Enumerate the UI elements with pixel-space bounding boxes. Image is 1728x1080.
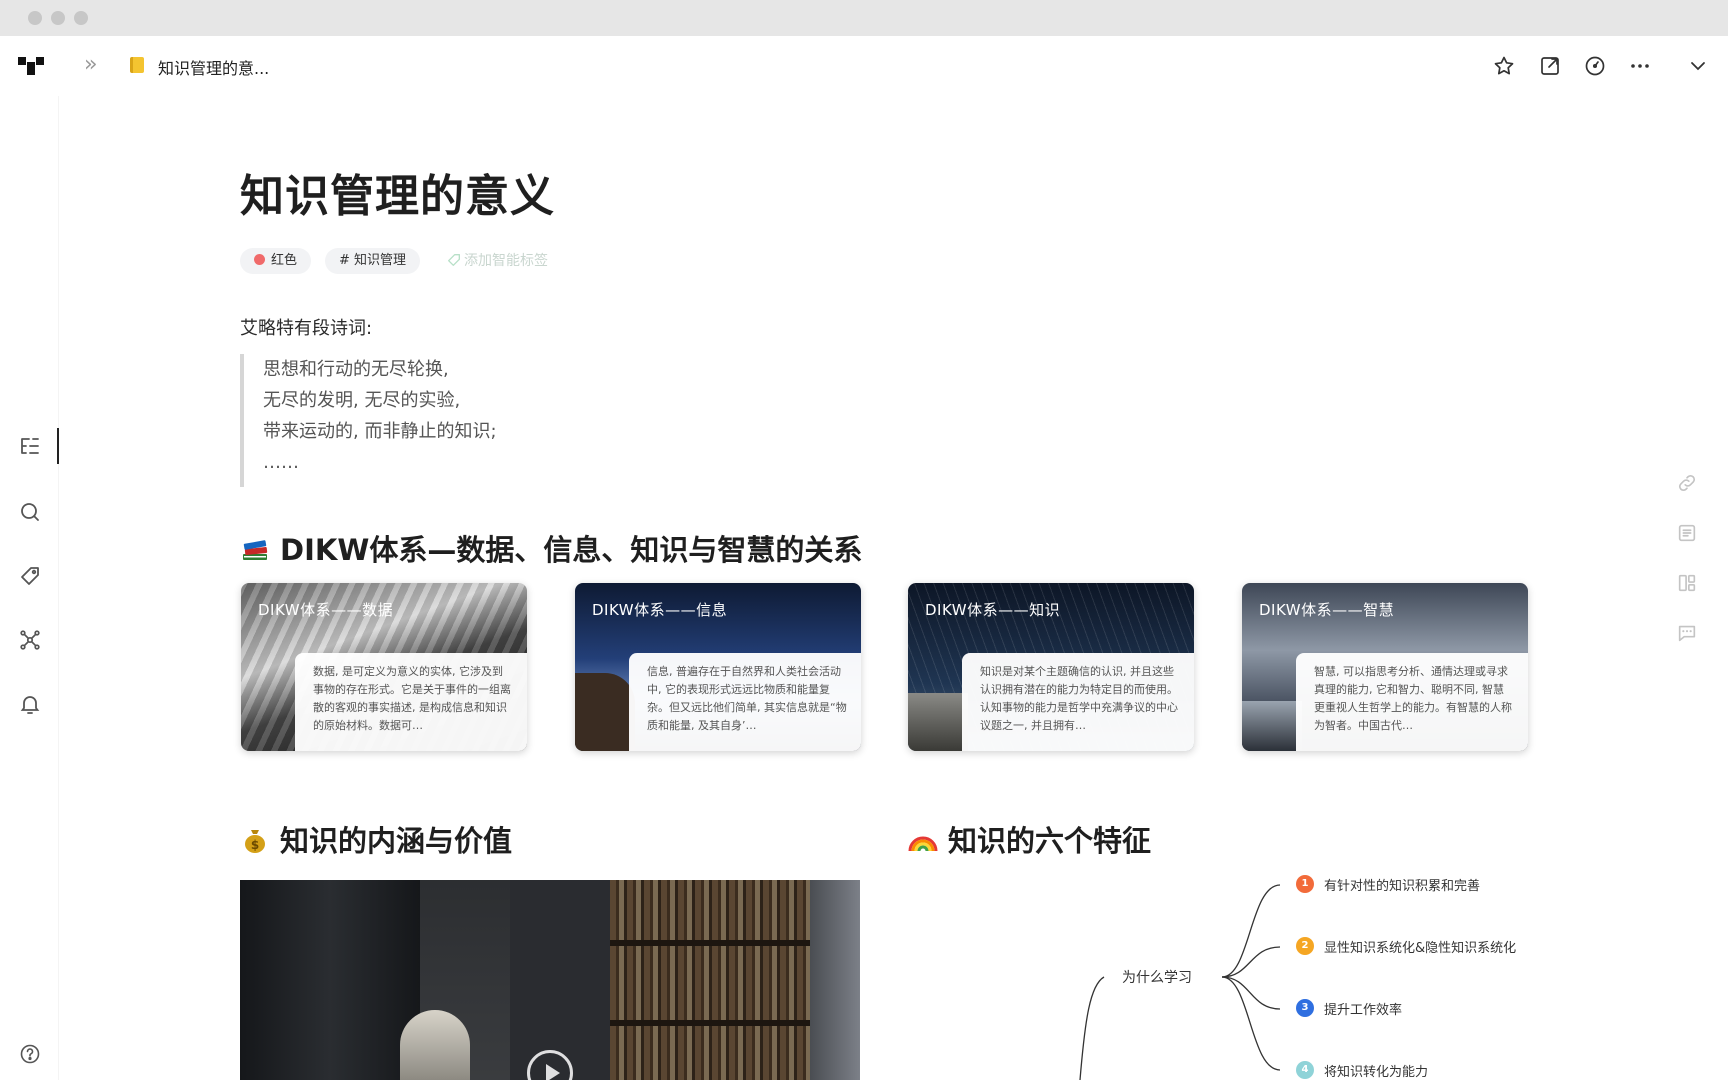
dikw-card-knowledge[interactable]: DIKW体系——知识 知识是对某个主题确信的认识, 并且这些认识拥有潜在的能力为…	[908, 583, 1194, 751]
window-minimize-button[interactable]	[51, 11, 65, 25]
blockquote[interactable]: 思想和行动的无尽轮换, 无尽的发明, 无尽的实验, 带来运动的, 而非静止的知识…	[240, 354, 640, 487]
rock-shape	[908, 693, 968, 751]
svg-text:$: $	[251, 838, 259, 852]
layout-icon[interactable]	[1676, 572, 1698, 594]
bookshelf-image	[610, 880, 810, 1080]
card-excerpt: 数据, 是可定义为意义的实体, 它涉及到事物的存在形式。它是关于事件的一组离散的…	[295, 653, 527, 751]
page-title[interactable]: 知识管理的意义	[240, 160, 555, 224]
mindmap-number-badge: 3	[1296, 999, 1314, 1017]
app-logo[interactable]	[18, 57, 44, 75]
heading-text: 知识的六个特征	[948, 824, 1152, 858]
expand-sidebar-icon[interactable]: ››	[84, 52, 97, 77]
quote-line: ……	[263, 452, 299, 473]
list-icon[interactable]	[1676, 522, 1698, 544]
add-smart-tag-button[interactable]: 添加智能标签	[446, 250, 548, 270]
mindmap-node[interactable]: 有针对性的知识积累和完善	[1324, 875, 1480, 894]
card-title: DIKW体系——知识	[925, 601, 1061, 619]
color-dot-icon	[254, 254, 265, 265]
mindmap-number-badge: 4	[1296, 1061, 1314, 1079]
help-icon[interactable]	[18, 1042, 42, 1066]
bell-icon[interactable]	[18, 692, 42, 716]
tag-label: # 知识管理	[339, 253, 407, 268]
more-icon[interactable]	[1628, 54, 1652, 78]
external-link-icon[interactable]	[1538, 54, 1562, 78]
notebook-icon	[130, 57, 144, 73]
tag-icon[interactable]	[18, 564, 42, 588]
add-smart-tag-label: 添加智能标签	[464, 253, 548, 269]
tag-knowledge-management[interactable]: # 知识管理	[325, 248, 421, 274]
history-icon[interactable]	[1583, 54, 1607, 78]
star-icon[interactable]	[1492, 54, 1516, 78]
card-image	[575, 673, 635, 751]
intro-paragraph[interactable]: 艾略特有段诗词:	[240, 314, 372, 340]
heading-dikw[interactable]: DIKW体系—数据、信息、知识与智慧的关系	[240, 527, 862, 569]
statue-bust	[400, 1010, 470, 1080]
books-emoji-icon	[243, 540, 268, 560]
mindmap-root[interactable]: 为什么学习	[1122, 967, 1192, 987]
dikw-card-wisdom[interactable]: DIKW体系——智慧 智慧, 可以指思考分析、通情达理或寻求真理的能力, 它和智…	[1242, 583, 1528, 751]
tag-red[interactable]: 红色	[240, 248, 312, 274]
dikw-card-data[interactable]: DIKW体系——数据 数据, 是可定义为意义的实体, 它涉及到事物的存在形式。它…	[241, 583, 527, 751]
video-frame-edge	[810, 880, 860, 1080]
quote-line: 思想和行动的无尽轮换,	[263, 359, 449, 380]
link-icon[interactable]	[1676, 472, 1698, 494]
quote-line: 无尽的发明, 无尽的实验,	[263, 390, 461, 411]
video-frame-dark	[240, 880, 420, 1080]
money-bag-emoji-icon: $	[245, 830, 265, 853]
window-chrome	[0, 0, 1728, 36]
window-close-button[interactable]	[28, 11, 42, 25]
card-image	[1242, 701, 1302, 751]
card-excerpt: 智慧, 可以指思考分析、通情达理或寻求真理的能力, 它和智力、聪明不同, 智慧更…	[1296, 653, 1528, 751]
comment-icon[interactable]	[1676, 622, 1698, 644]
card-excerpt: 知识是对某个主题确信的认识, 并且这些认识拥有潜在的能力为特定目的而使用。认知事…	[962, 653, 1194, 751]
tag-label: 红色	[271, 253, 298, 268]
shelf-board	[610, 1020, 810, 1026]
chevron-down-icon[interactable]	[1686, 54, 1710, 78]
card-title: DIKW体系——信息	[592, 601, 728, 619]
rainbow-emoji-icon	[908, 836, 938, 852]
mindmap-number-badge: 1	[1296, 875, 1314, 893]
dikw-card-info[interactable]: DIKW体系——信息 信息, 普遍存在于自然界和人类社会活动中, 它的表现形式远…	[575, 583, 861, 751]
heading-text: 知识的内涵与价值	[280, 824, 513, 858]
graph-icon[interactable]	[18, 628, 42, 652]
outline-icon[interactable]	[18, 434, 42, 458]
breadcrumb-title[interactable]: 知识管理的意...	[158, 55, 269, 79]
play-icon	[546, 1064, 560, 1080]
heading-features[interactable]: 知识的六个特征	[908, 818, 1151, 860]
window-zoom-button[interactable]	[74, 11, 88, 25]
top-bar: ›› 知识管理的意...	[0, 36, 1728, 96]
mindmap-node[interactable]: 将知识转化为能力	[1324, 1061, 1428, 1080]
card-title: DIKW体系——数据	[258, 601, 394, 619]
mindmap-number-badge: 2	[1296, 937, 1314, 955]
card-excerpt: 信息, 普遍存在于自然界和人类社会活动中, 它的表现形式远远比物质和能量复杂。但…	[629, 653, 861, 751]
heading-value[interactable]: $ 知识的内涵与价值	[240, 818, 512, 860]
mindmap-node[interactable]: 显性知识系统化&隐性知识系统化	[1324, 937, 1516, 956]
shelf-board	[610, 940, 810, 946]
tag-plus-icon	[448, 254, 460, 266]
outline-active-indicator	[57, 428, 59, 464]
left-rail-divider	[58, 96, 59, 1080]
card-title: DIKW体系——智慧	[1259, 601, 1395, 619]
heading-text: DIKW体系—数据、信息、知识与智慧的关系	[280, 533, 863, 567]
search-icon[interactable]	[18, 500, 42, 524]
quote-line: 带来运动的, 而非静止的知识;	[263, 421, 497, 442]
mindmap-node[interactable]: 提升工作效率	[1324, 999, 1402, 1018]
